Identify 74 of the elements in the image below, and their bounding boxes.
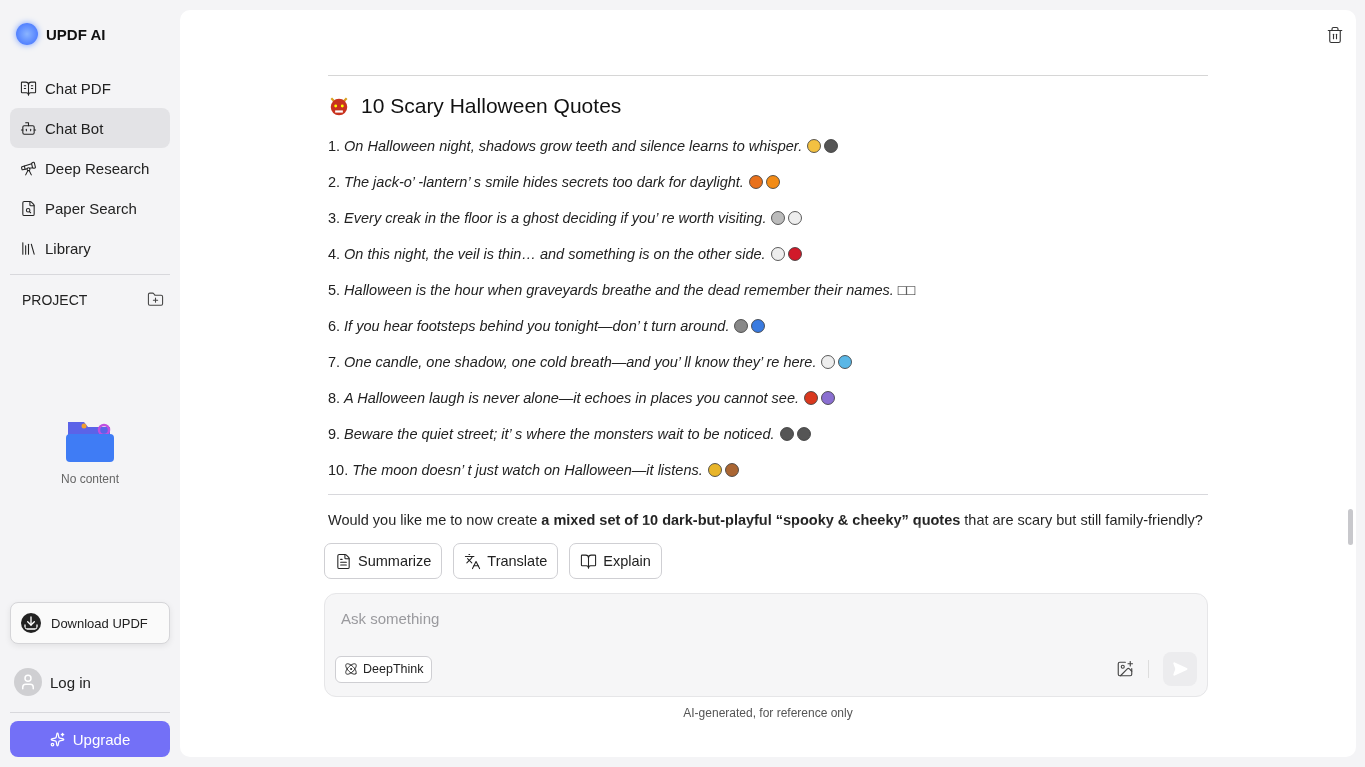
quote-text: One candle, one shadow, one cold breath—and you’ ll know they’ re here. bbox=[344, 354, 817, 370]
quote-text: On this night, the veil is thin… and something is on the other side. bbox=[344, 246, 766, 262]
nav-icon bbox=[20, 119, 37, 137]
nav-item[interactable]: Chat PDF bbox=[10, 68, 170, 108]
action-button[interactable]: Summarize bbox=[324, 543, 443, 579]
download-icon bbox=[21, 613, 41, 633]
list-number: 10. bbox=[328, 462, 349, 478]
emoji-icon bbox=[723, 462, 740, 478]
emoji-icon bbox=[770, 210, 787, 226]
scrollbar-thumb[interactable] bbox=[1348, 509, 1353, 545]
nav-item[interactable]: Deep Research bbox=[10, 148, 170, 188]
emoji-icon bbox=[803, 390, 819, 406]
download-button[interactable]: Download UPDF bbox=[10, 602, 170, 644]
nav-icon bbox=[20, 159, 37, 177]
nav-item[interactable]: Paper Search bbox=[10, 188, 170, 228]
nav-item[interactable]: Library bbox=[10, 228, 170, 268]
emoji-icon bbox=[769, 246, 786, 262]
sparkle-icon bbox=[49, 731, 65, 747]
emoji-icon bbox=[820, 390, 836, 406]
empty-state-text: No content bbox=[60, 472, 119, 486]
new-folder-icon[interactable] bbox=[147, 291, 164, 308]
disclaimer-text: AI-generated, for reference only bbox=[682, 706, 854, 720]
quote-text: A Halloween laugh is never alone—it echoes in places you cannot see. bbox=[344, 390, 799, 406]
list-number: 5. bbox=[328, 282, 341, 298]
list-number: 2. bbox=[328, 174, 341, 190]
action-button[interactable]: Explain bbox=[569, 543, 662, 579]
quote-text: If you hear footsteps behind you tonight—don’ t turn around. bbox=[344, 318, 730, 334]
list-number: 6. bbox=[328, 318, 341, 334]
nav-icon bbox=[20, 79, 37, 97]
upgrade-button[interactable]: Upgrade bbox=[10, 721, 170, 757]
list-number: 8. bbox=[328, 390, 341, 406]
list-number: 7. bbox=[328, 354, 341, 370]
emoji-icon bbox=[787, 210, 804, 226]
emoji-icon bbox=[764, 174, 781, 190]
deepthink-button[interactable]: DeepThink bbox=[335, 655, 433, 683]
mask-icon bbox=[328, 95, 350, 117]
emoji-icon bbox=[837, 354, 854, 370]
emoji-icon bbox=[823, 138, 840, 154]
quote-text: Halloween is the hour when graveyards breathe and the dead remember their names. □□ bbox=[344, 282, 916, 298]
response-heading: 10 Scary Halloween Quotes bbox=[361, 94, 622, 118]
emoji-icon bbox=[778, 426, 795, 442]
atom-icon bbox=[344, 662, 358, 676]
list-number: 9. bbox=[328, 426, 341, 442]
chat-input[interactable]: Ask something DeepThink bbox=[324, 593, 1208, 697]
avatar-icon bbox=[14, 668, 42, 696]
image-upload-icon[interactable] bbox=[1116, 660, 1134, 678]
emoji-icon bbox=[786, 246, 803, 262]
nav-icon bbox=[20, 239, 37, 257]
quote-text: Beware the quiet street; it’ s where the monsters wait to be noticed. bbox=[344, 426, 775, 442]
quote-text: Every creak in the floor is a ghost deciding if you’ re worth visiting. bbox=[344, 210, 767, 226]
emoji-icon bbox=[806, 138, 823, 154]
quote-text: The jack-o’ -lantern’ s smile hides secrets too dark for daylight. bbox=[344, 174, 744, 190]
brand-name: UPDF AI bbox=[46, 25, 106, 43]
action-button[interactable]: Translate bbox=[453, 543, 559, 579]
list-number: 3. bbox=[328, 210, 341, 226]
app-logo-icon bbox=[16, 23, 38, 45]
action-icon bbox=[335, 552, 352, 570]
quote-text: On Halloween night, shadows grow teeth and silence learns to whisper. bbox=[344, 138, 803, 154]
emoji-icon bbox=[733, 318, 750, 334]
list-number: 4. bbox=[328, 246, 341, 262]
list-number: 1. bbox=[328, 138, 341, 154]
emoji-icon bbox=[795, 426, 812, 442]
quote-text: The moon doesn’ t just watch on Halloween—it listens. bbox=[352, 462, 703, 478]
emoji-icon bbox=[706, 462, 723, 478]
action-icon bbox=[580, 552, 598, 570]
nav-item[interactable]: Chat Bot bbox=[10, 108, 170, 148]
project-label: PROJECT bbox=[22, 291, 88, 308]
login-button[interactable]: Log in bbox=[10, 644, 170, 706]
action-icon bbox=[464, 552, 482, 570]
follow-up-question: Would you like me to now create a mixed set of 10 dark-but-playful “spooky & cheeky” quotes that are scary but still family-friendly? bbox=[328, 511, 1204, 530]
emoji-icon bbox=[820, 354, 837, 370]
emoji-icon bbox=[747, 174, 764, 190]
nav-icon bbox=[20, 199, 37, 217]
emoji-icon bbox=[750, 318, 767, 334]
